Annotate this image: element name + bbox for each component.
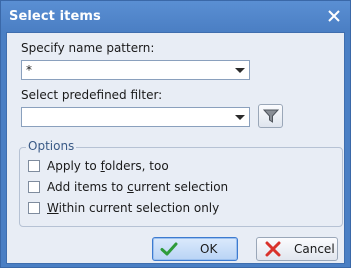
checkbox-box[interactable] (28, 181, 40, 193)
dialog-body: Specify name pattern: * Select predefine… (6, 32, 345, 264)
apply-to-folders-label: Apply to folders, too (47, 159, 169, 173)
within-current-selection-checkbox[interactable]: Within current selection only (28, 200, 219, 216)
predefined-filter-label: Select predefined filter: (21, 88, 163, 102)
dialog-title: Select items (9, 9, 101, 24)
add-to-current-selection-checkbox[interactable]: Add items to current selection (28, 179, 228, 195)
name-pattern-value: * (26, 63, 32, 77)
ok-label: OK (200, 242, 218, 256)
add-to-current-selection-label: Add items to current selection (47, 180, 229, 194)
apply-to-folders-checkbox[interactable]: Apply to folders, too (28, 158, 169, 174)
checkmark-icon (160, 242, 178, 256)
ok-button[interactable]: OK (152, 237, 238, 261)
name-pattern-label: Specify name pattern: (21, 41, 155, 55)
chevron-down-icon[interactable] (235, 115, 245, 120)
predefined-filter-combobox[interactable] (21, 107, 250, 127)
select-items-dialog: Select items Specify name pattern: * Sel… (0, 0, 351, 268)
cancel-button[interactable]: Cancel (256, 237, 338, 261)
name-pattern-combobox[interactable]: * (21, 60, 250, 80)
filter-button[interactable] (258, 104, 283, 128)
checkbox-box[interactable] (28, 160, 40, 172)
close-button[interactable] (324, 6, 344, 26)
funnel-icon (262, 109, 279, 123)
options-group: Options Apply to folders, too Add items … (19, 139, 343, 227)
checkbox-box[interactable] (28, 202, 40, 214)
title-bar: Select items (1, 1, 350, 31)
close-icon (328, 10, 340, 22)
within-current-selection-label: Within current selection only (47, 201, 220, 215)
options-legend: Options (26, 139, 77, 153)
x-icon (265, 241, 281, 257)
cancel-label: Cancel (294, 242, 335, 256)
chevron-down-icon[interactable] (235, 68, 245, 73)
